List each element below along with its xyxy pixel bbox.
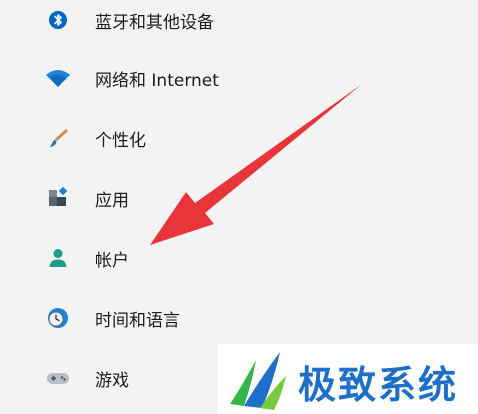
bluetooth-icon [44, 6, 72, 34]
gamepad-icon [44, 364, 72, 392]
clock-globe-icon [44, 304, 72, 332]
watermark-text: 极致系统 [298, 363, 459, 407]
wifi-icon [44, 64, 72, 92]
nav-item-apps[interactable]: 应用 [36, 178, 296, 218]
nav-item-personalization[interactable]: 个性化 [36, 118, 296, 158]
apps-icon [44, 184, 72, 212]
nav-item-time-language[interactable]: 时间和语言 [36, 298, 296, 338]
account-person-icon [44, 244, 72, 272]
settings-window: 蓝牙和其他设备 网络和 Internet 个性化 应用 帐户 时间和语言 游戏 … [0, 0, 478, 414]
nav-item-label: 蓝牙和其他设备 [95, 12, 214, 33]
nav-item-network[interactable]: 网络和 Internet [36, 58, 296, 98]
nav-item-label: 网络和 Internet [95, 70, 219, 91]
nav-item-accounts[interactable]: 帐户 [36, 238, 296, 278]
nav-item-label: 游戏 [95, 370, 129, 391]
nav-item-label: 帐户 [95, 250, 129, 271]
nav-item-label: 个性化 [95, 130, 146, 151]
nav-item-bluetooth[interactable]: 蓝牙和其他设备 [36, 0, 296, 40]
nav-item-label: 应用 [95, 190, 129, 211]
watermark: 极致系统 [218, 344, 478, 414]
watermark-logo [230, 352, 286, 410]
paintbrush-icon [44, 124, 72, 152]
nav-item-label: 时间和语言 [95, 310, 180, 331]
